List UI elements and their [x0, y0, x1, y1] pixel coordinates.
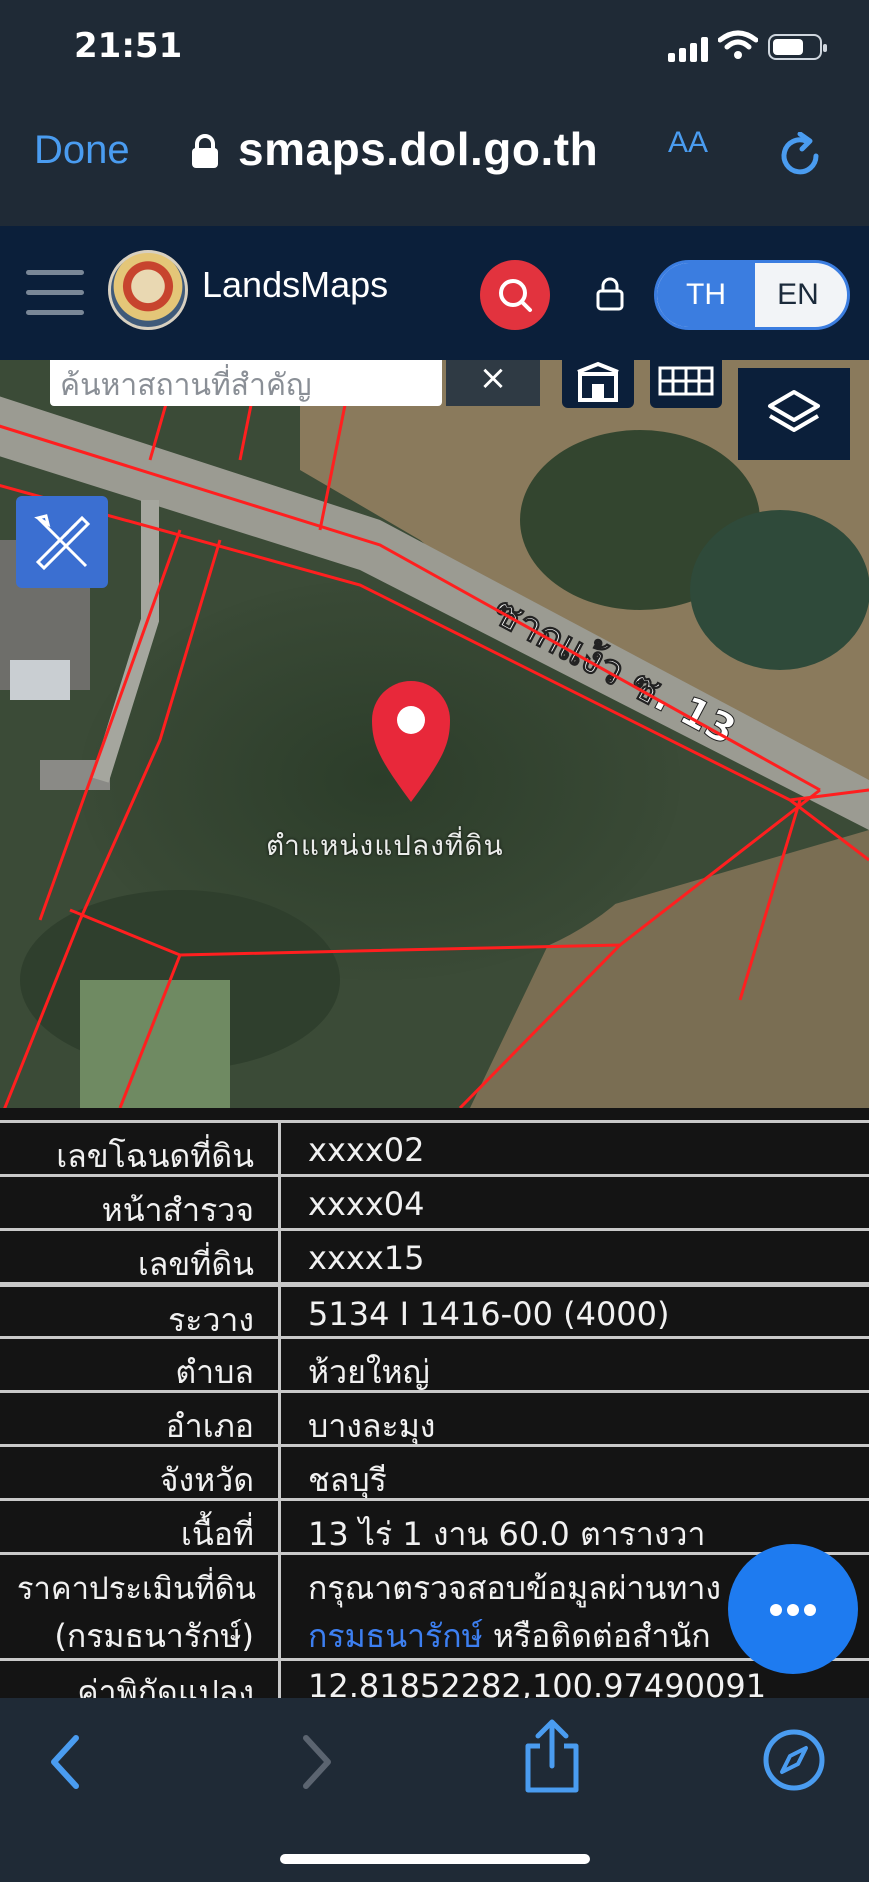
pin-label: ตำแหน่งแปลงที่ดิน: [266, 829, 504, 862]
table-row: ตำบล ห้วยใหญ่: [0, 1336, 869, 1391]
forward-icon[interactable]: [294, 1732, 338, 1792]
table-row: ค่าพิกัดแปลง 12.81852282,100.97490091: [0, 1658, 869, 1698]
app-navbar: LandsMaps TH EN: [0, 226, 869, 360]
measure-tool-button[interactable]: [16, 496, 108, 588]
menu-icon[interactable]: [26, 270, 84, 316]
text-size-button[interactable]: AA: [668, 126, 708, 160]
row-value: xxxx15: [308, 1239, 425, 1277]
department-logo: [108, 250, 188, 330]
ruler-pencil-icon: [34, 514, 91, 571]
done-button[interactable]: Done: [34, 128, 130, 173]
home-map-button[interactable]: [562, 360, 634, 408]
status-time: 21:51: [74, 26, 183, 66]
language-toggle[interactable]: TH EN: [654, 260, 850, 330]
search-button[interactable]: [480, 260, 550, 330]
clear-search-button[interactable]: ×: [446, 360, 540, 406]
back-icon[interactable]: [44, 1732, 88, 1792]
grid-map-button[interactable]: [650, 360, 722, 408]
reload-icon[interactable]: [776, 132, 824, 180]
treasury-link[interactable]: กรมธนารักษ์: [308, 1617, 483, 1655]
layers-button[interactable]: [738, 368, 850, 460]
status-bar: 21:51: [0, 0, 869, 96]
table-row: เลขที่ดิน xxxx15: [0, 1228, 869, 1283]
brand-name: LandsMaps: [202, 264, 389, 305]
lock-icon: [192, 134, 218, 168]
price-value-line2: หรือติดต่อสำนัก: [482, 1617, 711, 1655]
row-value: xxxx04: [308, 1185, 425, 1223]
login-lock-icon[interactable]: [594, 274, 626, 314]
cellular-signal-icon: [668, 36, 710, 62]
more-options-button[interactable]: [728, 1544, 858, 1674]
home-indicator: [280, 1854, 590, 1864]
row-value: 5134 I 1416-00 (4000): [308, 1295, 670, 1333]
wifi-icon: [718, 30, 758, 59]
building-icon: [577, 361, 619, 402]
compass-icon[interactable]: [760, 1726, 828, 1794]
row-label: ค่าพิกัดแปลง: [77, 1673, 254, 1698]
layers-icon: [768, 390, 820, 432]
coordinates-link[interactable]: 12.81852282,100.97490091: [308, 1667, 766, 1698]
table-row: เลขโฉนดที่ดิน xxxx02: [0, 1120, 869, 1175]
browser-toolbar: [0, 1698, 869, 1882]
text-size-label: AA: [668, 126, 709, 159]
place-search-input[interactable]: ค้นหาสถานที่สำคัญ: [50, 360, 442, 406]
table-row: จังหวัด ชลบุรี: [0, 1444, 869, 1499]
url-text[interactable]: smaps.dol.go.th: [238, 122, 598, 176]
row-value: xxxx02: [308, 1131, 425, 1169]
lang-th-button[interactable]: TH: [657, 263, 755, 327]
search-icon: [499, 279, 532, 312]
price-label-line1: ราคาประเมินที่ดิน: [16, 1571, 256, 1607]
table-row: ระวาง 5134 I 1416-00 (4000): [0, 1282, 869, 1339]
satellite-map: ซากแง้ว ซ. 13: [0, 360, 869, 1108]
battery-icon: [768, 34, 827, 60]
lang-en-button[interactable]: EN: [749, 263, 847, 327]
table-row: อำเภอ บางละมุง: [0, 1390, 869, 1445]
map-view[interactable]: ซากแง้ว ซ. 13 ค้นหาสถานที่สำคัญ × ตำแหน่…: [0, 360, 869, 1108]
table-row: หน้าสำรวจ xxxx04: [0, 1174, 869, 1229]
grid-icon: [658, 366, 714, 396]
table-row: เนื้อที่ 13 ไร่ 1 งาน 60.0 ตารางวา: [0, 1498, 869, 1553]
share-icon[interactable]: [520, 1716, 584, 1796]
price-label-line2: (กรมธนารักษ์): [54, 1617, 254, 1655]
price-value-line1: กรุณาตรวจสอบข้อมูลผ่านทาง: [308, 1569, 722, 1607]
browser-header: Done smaps.dol.go.th AA: [0, 96, 869, 226]
